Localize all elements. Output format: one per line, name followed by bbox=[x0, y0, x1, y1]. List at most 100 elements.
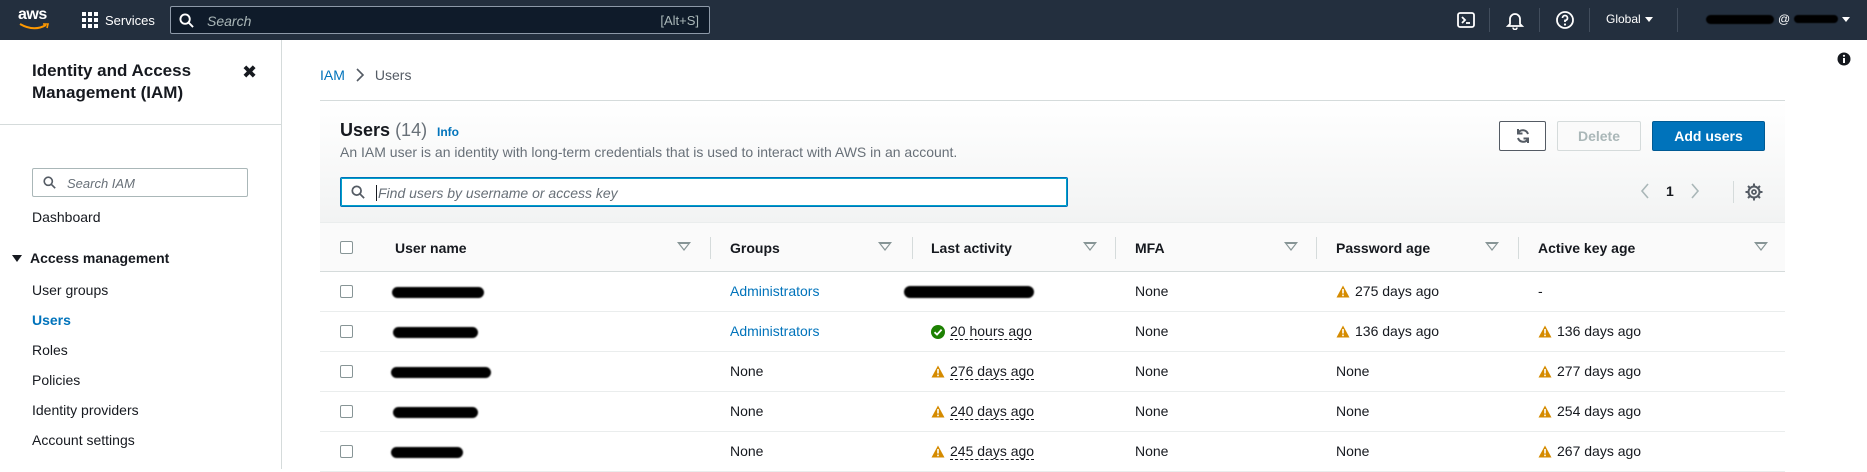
last-activity-value: 20 hours ago bbox=[950, 323, 1032, 340]
sidebar-item-policies[interactable]: Policies bbox=[32, 372, 80, 388]
region-selector[interactable]: Global bbox=[1606, 12, 1653, 26]
last-activity-cell[interactable]: 245 days ago bbox=[931, 443, 1035, 460]
column-separator[interactable] bbox=[1518, 237, 1519, 259]
column-header-mfa[interactable]: MFA bbox=[1135, 223, 1165, 273]
column-header-active-key-age[interactable]: Active key age bbox=[1538, 223, 1635, 273]
last-activity-cell[interactable]: 240 days ago bbox=[931, 403, 1035, 420]
row-checkbox[interactable] bbox=[340, 325, 353, 338]
previous-page-icon[interactable] bbox=[1640, 183, 1650, 199]
mfa-cell: None bbox=[1135, 363, 1168, 379]
info-circle-icon[interactable] bbox=[1837, 52, 1851, 66]
info-link[interactable]: Info bbox=[437, 125, 459, 139]
column-header-groups[interactable]: Groups bbox=[730, 223, 780, 273]
breadcrumb-iam-link[interactable]: IAM bbox=[320, 67, 345, 83]
mfa-value: None bbox=[1135, 403, 1169, 419]
next-page-icon[interactable] bbox=[1690, 183, 1700, 199]
refresh-button[interactable] bbox=[1499, 121, 1546, 151]
groups-value: None bbox=[730, 403, 764, 419]
column-label: Groups bbox=[730, 240, 780, 256]
sidebar-item-roles[interactable]: Roles bbox=[32, 342, 68, 358]
user-name-cell[interactable] bbox=[391, 447, 463, 458]
account-at-sign: @ bbox=[1778, 12, 1791, 26]
mfa-value: None bbox=[1135, 363, 1169, 379]
row-checkbox[interactable] bbox=[340, 405, 353, 418]
password-age-cell: 275 days ago bbox=[1336, 283, 1439, 299]
sidebar-item-identity-providers[interactable]: Identity providers bbox=[32, 402, 139, 418]
help-icon[interactable] bbox=[1555, 10, 1575, 30]
sort-icon[interactable] bbox=[677, 242, 691, 251]
groups-cell[interactable]: Administrators bbox=[730, 323, 819, 339]
last-activity-cell[interactable]: 20 hours ago bbox=[931, 323, 1032, 340]
sidebar-item-account-settings[interactable]: Account settings bbox=[32, 432, 135, 448]
row-checkbox[interactable] bbox=[340, 365, 353, 378]
global-search-input[interactable]: Search [Alt+S] bbox=[170, 6, 710, 34]
warning-icon bbox=[931, 445, 945, 458]
sidebar-section-access-management[interactable]: Access management bbox=[12, 250, 169, 266]
gear-icon[interactable] bbox=[1745, 183, 1763, 201]
sidebar-section-label: Access management bbox=[30, 250, 170, 266]
redacted-user-name bbox=[392, 287, 484, 298]
services-menu[interactable]: Services bbox=[82, 11, 155, 29]
user-name-cell[interactable] bbox=[391, 367, 491, 378]
select-all-checkbox[interactable] bbox=[340, 241, 353, 254]
sidebar-search-placeholder: Search IAM bbox=[67, 176, 135, 191]
sidebar-item-dashboard[interactable]: Dashboard bbox=[32, 209, 101, 225]
active-key-age-cell: 136 days ago bbox=[1538, 323, 1641, 339]
column-separator[interactable] bbox=[1115, 237, 1116, 259]
row-checkbox[interactable] bbox=[340, 285, 353, 298]
column-label: Last activity bbox=[931, 240, 1012, 256]
groups-cell: None bbox=[730, 363, 763, 379]
table-row[interactable]: None 276 days ago None None 277 days ago bbox=[320, 352, 1785, 392]
password-age-value: None bbox=[1336, 363, 1370, 379]
mfa-value: None bbox=[1135, 283, 1169, 299]
redacted-user-name bbox=[393, 407, 478, 418]
table-row[interactable]: None 245 days ago None None 267 days ago bbox=[320, 432, 1785, 472]
table-row[interactable]: Administrators None 275 days ago - bbox=[320, 272, 1785, 312]
user-name-cell[interactable] bbox=[391, 407, 478, 418]
table-row[interactable]: Administrators 20 hours ago None 136 days a… bbox=[320, 312, 1785, 352]
sort-icon[interactable] bbox=[1083, 242, 1097, 251]
user-name-cell[interactable] bbox=[391, 287, 484, 298]
column-header-user-name[interactable]: User name bbox=[395, 223, 467, 273]
sidebar-title: Identity and Access Management (IAM) bbox=[32, 61, 192, 102]
column-separator[interactable] bbox=[1316, 237, 1317, 259]
account-menu[interactable]: @ bbox=[1706, 12, 1851, 26]
close-icon[interactable]: ✖ bbox=[242, 62, 257, 83]
table-row[interactable]: None 240 days ago None None 254 days ago bbox=[320, 392, 1785, 432]
users-description: An IAM user is an identity with long-ter… bbox=[340, 144, 958, 160]
sidebar-item-user-groups[interactable]: User groups bbox=[32, 282, 108, 298]
mfa-cell: None bbox=[1135, 323, 1168, 339]
sort-icon[interactable] bbox=[1284, 242, 1298, 251]
groups-cell[interactable]: Administrators bbox=[730, 283, 819, 299]
column-separator[interactable] bbox=[710, 237, 711, 259]
users-title-text: Users bbox=[340, 120, 391, 140]
column-header-password-age[interactable]: Password age bbox=[1336, 223, 1430, 273]
active-key-age-value: 254 days ago bbox=[1557, 403, 1642, 419]
groups-value: None bbox=[730, 363, 764, 379]
user-name-cell[interactable] bbox=[391, 327, 478, 338]
last-activity-cell[interactable]: 276 days ago bbox=[931, 363, 1035, 380]
current-page[interactable]: 1 bbox=[1666, 183, 1674, 199]
chevron-right-icon bbox=[356, 68, 365, 82]
sort-icon[interactable] bbox=[1485, 242, 1499, 251]
sidebar-search-input[interactable]: Search IAM bbox=[32, 168, 248, 197]
warning-icon bbox=[1538, 325, 1552, 337]
row-checkbox[interactable] bbox=[340, 445, 353, 458]
sidebar-item-users[interactable]: Users bbox=[32, 312, 71, 328]
sort-icon[interactable] bbox=[1754, 242, 1768, 251]
nav-separator bbox=[1589, 8, 1590, 32]
user-filter-input[interactable]: Find users by username or access key bbox=[340, 177, 1068, 207]
column-separator[interactable] bbox=[912, 237, 913, 259]
delete-button[interactable]: Delete bbox=[1557, 121, 1641, 151]
mfa-value: None bbox=[1135, 443, 1169, 459]
pagination: 1 bbox=[1640, 183, 1700, 199]
notifications-bell-icon[interactable] bbox=[1505, 10, 1525, 30]
aws-logo[interactable]: aws bbox=[18, 6, 52, 32]
password-age-cell: None bbox=[1336, 403, 1369, 419]
add-users-button[interactable]: Add users bbox=[1652, 121, 1765, 151]
cloudshell-icon[interactable] bbox=[1456, 10, 1476, 30]
search-icon bbox=[179, 13, 194, 28]
sort-icon[interactable] bbox=[878, 242, 892, 251]
nav-separator bbox=[1489, 8, 1490, 32]
column-header-last-activity[interactable]: Last activity bbox=[931, 223, 1012, 273]
